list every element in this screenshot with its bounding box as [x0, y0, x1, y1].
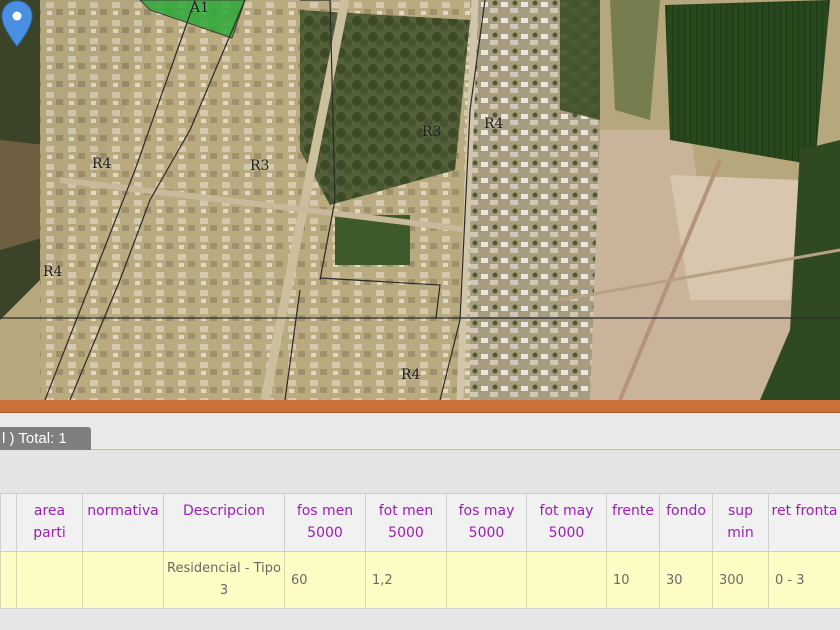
column-header-fot-men-5000[interactable]: fot men 5000: [365, 493, 447, 552]
column-header-ret-fronta[interactable]: ret fronta: [768, 493, 840, 552]
column-header-fos-may-5000[interactable]: fos may 5000: [446, 493, 527, 552]
column-header-sup-min[interactable]: sup min: [712, 493, 769, 552]
zone-label-r4: R4: [401, 367, 421, 383]
column-header-fot-may-5000[interactable]: fot may 5000: [526, 493, 607, 552]
zone-label-a1: A1: [190, 0, 210, 16]
column-header-area-parti[interactable]: area parti: [16, 493, 83, 552]
table-cell-ret-fronta: 0 - 3: [768, 551, 840, 609]
zone-label-r4: R4: [92, 156, 112, 172]
table-cell-sup-min: 300: [712, 551, 769, 609]
table-cell-frente: 10: [606, 551, 660, 609]
panel-divider[interactable]: [0, 400, 840, 413]
column-header-frente[interactable]: frente: [606, 493, 660, 552]
zone-label-r4: R4: [43, 264, 63, 280]
zone-label-r4: R4: [484, 116, 504, 132]
table-row[interactable]: Residencial - Tipo 3 60 1,2 10 30 300 0 …: [0, 551, 840, 609]
column-header-fondo[interactable]: fondo: [659, 493, 713, 552]
table-cell-fot-may-5000: [526, 551, 607, 609]
table-cell-normativa: [82, 551, 164, 609]
location-pin-icon[interactable]: [0, 0, 34, 48]
column-header[interactable]: [0, 493, 17, 552]
results-tab[interactable]: l ) Total: 1: [0, 427, 91, 450]
table-cell-descripcion: Residencial - Tipo 3: [163, 551, 285, 609]
table-cell-fos-men-5000: 60: [284, 551, 366, 609]
table-cell-fos-may-5000: [446, 551, 527, 609]
results-toolbar: [0, 450, 840, 493]
zone-label-r3: R3: [422, 124, 442, 140]
table-cell-fot-men-5000: 1,2: [365, 551, 447, 609]
zone-label-r3: R3: [250, 158, 270, 174]
satellite-map[interactable]: A1 R4 R3 R3 R4 R4 R4: [0, 0, 840, 400]
column-header-normativa[interactable]: normativa: [82, 493, 164, 552]
results-tabbar: l ) Total: 1: [0, 413, 840, 450]
table-header-row: area parti normativa Descripcion fos men…: [0, 493, 840, 552]
map-imagery: [0, 0, 840, 400]
table-cell-fondo: 30: [659, 551, 713, 609]
table-cell-area-parti: [16, 551, 83, 609]
column-header-fos-men-5000[interactable]: fos men 5000: [284, 493, 366, 552]
table-footer: [0, 608, 840, 630]
table-cell: [0, 551, 17, 609]
column-header-descripcion[interactable]: Descripcion: [163, 493, 285, 552]
